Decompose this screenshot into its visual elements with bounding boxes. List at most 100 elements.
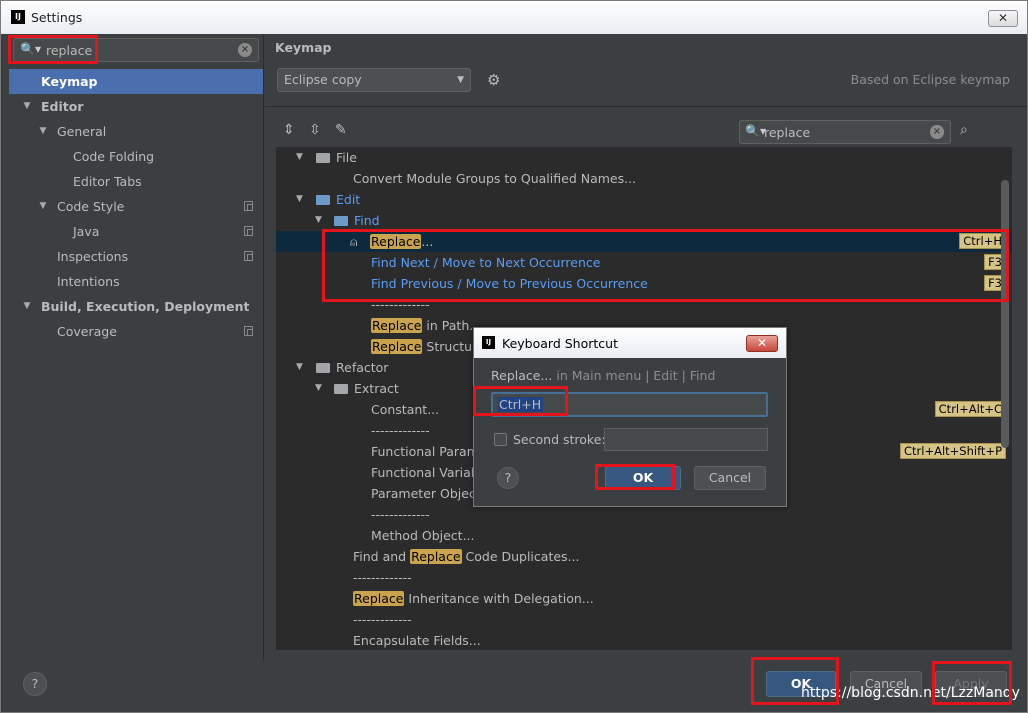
tree-scrollbar[interactable] (1001, 180, 1009, 448)
search-icon: 🔍▾ (20, 42, 41, 56)
dialog-ok-button[interactable]: OK (605, 466, 681, 490)
expand-triangle-icon[interactable]: ▼ (296, 189, 303, 210)
window-title: Settings (31, 10, 83, 25)
folder-icon (334, 384, 348, 394)
find-by-shortcut-icon[interactable]: ⌕ (960, 122, 968, 138)
gear-icon[interactable]: ⚙ (487, 71, 500, 89)
separator-text: ------------- (353, 612, 412, 627)
expand-triangle-icon[interactable]: ▼ (37, 119, 49, 144)
folder-icon (316, 363, 330, 373)
folder-icon (316, 153, 330, 163)
clear-search-icon[interactable]: × (238, 43, 252, 57)
intellij-app-icon: IJ (11, 10, 25, 24)
shortcut-input[interactable]: Ctrl+H (491, 392, 768, 417)
tree-label: Functional Parame (371, 444, 487, 459)
divider (265, 106, 1027, 107)
tree-label: Encapsulate Fields... (353, 633, 481, 648)
keymap-search-input[interactable]: 🔍▾ replace × (739, 120, 951, 144)
tree-row-file[interactable]: ▼ File (276, 147, 1012, 168)
tree-label: Method Object... (371, 528, 475, 543)
expand-triangle-icon[interactable]: ▼ (21, 294, 33, 319)
tree-label: Refactor (336, 360, 389, 375)
keymap-search-value: replace (764, 125, 811, 140)
sidebar-item-java[interactable]: Java (9, 219, 263, 244)
expand-triangle-icon[interactable]: ▼ (315, 210, 322, 231)
tree-row-edit[interactable]: ▼ Edit (276, 189, 1012, 210)
sidebar-item-keymap[interactable]: Keymap (9, 69, 263, 94)
sidebar-item-general[interactable]: ▼ General (9, 119, 263, 144)
settings-search-value: replace (46, 43, 93, 58)
settings-search-input[interactable]: 🔍▾ replace × (13, 38, 259, 62)
second-stroke-checkbox[interactable] (494, 433, 507, 446)
sidebar-item-intentions[interactable]: Intentions (9, 269, 263, 294)
sidebar-item-label: Keymap (41, 74, 98, 89)
watermark-text: https://blog.csdn.net/LzzMandy (801, 685, 1020, 701)
project-settings-icon (244, 251, 253, 261)
sidebar-item-label: Inspections (57, 249, 129, 264)
tree-label: Inheritance with Delegation... (404, 591, 594, 606)
tree-row-method-object[interactable]: Method Object... (276, 525, 1012, 546)
help-button[interactable]: ? (23, 672, 47, 696)
tree-row-find-previous[interactable]: Find Previous / Move to Previous Occurre… (276, 273, 1012, 294)
tree-row-encapsulate-fields[interactable]: Encapsulate Fields... (276, 630, 1012, 650)
expand-triangle-icon[interactable]: ▼ (296, 357, 303, 378)
tree-row-replace[interactable]: ⍝ Replace... Ctrl+H (276, 231, 1012, 252)
tree-row-replace-inheritance[interactable]: Replace Inheritance with Delegation... (276, 588, 1012, 609)
tree-label: Edit (336, 192, 361, 207)
shortcut-badge: Ctrl+Alt+C (934, 401, 1006, 417)
expand-triangle-icon[interactable]: ▼ (315, 378, 322, 399)
expand-triangle-icon[interactable]: ▼ (37, 194, 49, 219)
sidebar-item-inspections[interactable]: Inspections (9, 244, 263, 269)
folder-icon (316, 195, 330, 205)
expand-triangle-icon[interactable]: ▼ (296, 147, 303, 168)
intellij-app-icon: IJ (482, 336, 495, 349)
sidebar-item-editor[interactable]: ▼ Editor (9, 94, 263, 119)
shortcut-value: Ctrl+H (497, 397, 544, 412)
second-stroke-input[interactable] (604, 428, 768, 451)
search-highlight: Replace (371, 339, 423, 354)
sidebar-item-label: Editor (41, 99, 84, 114)
sidebar-item-label: Build, Execution, Deployment (41, 299, 250, 314)
sidebar-item-code-style[interactable]: ▼ Code Style (9, 194, 263, 219)
replace-action-icon: ⍝ (350, 234, 358, 249)
sidebar-item-editor-tabs[interactable]: Editor Tabs (9, 169, 263, 194)
tree-row-convert[interactable]: Convert Module Groups to Qualified Names… (276, 168, 1012, 189)
edit-pencil-icon[interactable]: ✎ (335, 122, 347, 138)
tree-label: Constant... (371, 402, 440, 417)
search-highlight: Replace (370, 234, 422, 249)
dialog-close-button[interactable]: ✕ (746, 335, 778, 352)
dialog-help-button[interactable]: ? (497, 467, 519, 489)
tree-label: Find and (353, 549, 411, 564)
tree-row-separator: ------------- (276, 294, 1012, 315)
tree-row-find-and-replace-duplicates[interactable]: Find and Replace Code Duplicates... (276, 546, 1012, 567)
separator-text: ------------- (371, 297, 430, 312)
clear-search-icon[interactable]: × (930, 125, 944, 139)
tree-row-find[interactable]: ▼ Find (276, 210, 1012, 231)
panel-title: Keymap (275, 40, 332, 55)
dialog-cancel-button[interactable]: Cancel (694, 466, 766, 490)
project-settings-icon (244, 326, 253, 336)
sidebar-item-code-folding[interactable]: Code Folding (9, 144, 263, 169)
sidebar-item-build-execution-deployment[interactable]: ▼ Build, Execution, Deployment (9, 294, 263, 319)
expand-all-icon[interactable]: ⇕ (283, 122, 295, 138)
expand-triangle-icon[interactable]: ▼ (21, 94, 33, 119)
separator-text: ------------- (371, 423, 430, 438)
tree-row-separator: ------------- (276, 567, 1012, 588)
sidebar-item-label: Java (73, 224, 100, 239)
tree-label: Find (354, 213, 380, 228)
tree-label: Find Previous / Move to Previous Occurre… (371, 276, 648, 291)
sidebar-item-label: General (57, 124, 107, 139)
keymap-dropdown[interactable]: Eclipse copy ▼ (277, 68, 471, 92)
project-settings-icon (244, 226, 253, 236)
search-highlight: Replace (353, 591, 405, 606)
dialog-title-bar: IJ Keyboard Shortcut ✕ (474, 328, 786, 358)
collapse-all-icon[interactable]: ⇳ (309, 122, 321, 138)
window-close-button[interactable]: ✕ (988, 10, 1018, 27)
title-bar: IJ Settings ✕ (1, 1, 1027, 34)
based-on-label: Based on Eclipse keymap (850, 72, 1010, 87)
sidebar-item-coverage[interactable]: Coverage (9, 319, 263, 344)
search-highlight: Replace (410, 549, 462, 564)
tree-row-find-next[interactable]: Find Next / Move to Next Occurrence F3 (276, 252, 1012, 273)
tree-label: ... (421, 234, 434, 249)
keyboard-shortcut-dialog: IJ Keyboard Shortcut ✕ Replace... in Mai… (473, 327, 787, 507)
